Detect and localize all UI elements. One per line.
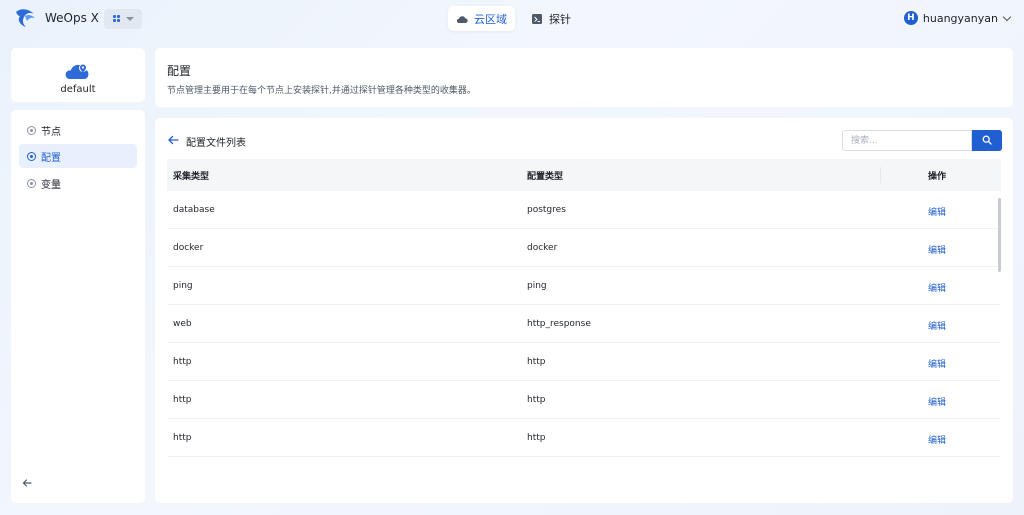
- page-description: 节点管理主要用于在每个节点上安装探针,并通过探针管理各种类型的收集器。: [167, 86, 476, 96]
- apps-grid-icon: [113, 15, 121, 23]
- column-header-config-type: 配置类型: [527, 172, 564, 182]
- page-title: 配置: [167, 64, 192, 78]
- tab-label: 云区域: [474, 12, 507, 26]
- table-row: database postgres 编辑: [167, 191, 1001, 229]
- table-row: http http 编辑: [167, 343, 1001, 381]
- search-input[interactable]: [842, 130, 972, 151]
- app-switcher-button[interactable]: [104, 9, 142, 29]
- sidebar-item-variables[interactable]: 变量: [19, 171, 137, 195]
- table-body: database postgres 编辑 docker docker 编辑 ping ping…: [167, 191, 1001, 457]
- table-row: docker docker 编辑: [167, 229, 1001, 267]
- config-type-cell: http: [527, 433, 546, 443]
- sidebar-item-nodes[interactable]: 节点: [19, 118, 137, 142]
- edit-link[interactable]: 编辑: [928, 357, 946, 370]
- collect-type-cell: web: [173, 319, 192, 329]
- variable-icon: [27, 178, 36, 188]
- chevron-down-icon: [1002, 12, 1012, 21]
- column-header-collect-type: 采集类型: [173, 172, 210, 182]
- top-bar: WeOps X 云区域 探针 H huangyanyan: [0, 0, 1024, 38]
- table-row: http http 编辑: [167, 381, 1001, 419]
- edit-link[interactable]: 编辑: [928, 205, 946, 218]
- collect-type-cell: http: [173, 433, 192, 443]
- node-icon: [27, 125, 36, 135]
- sidebar-item-label: 变量: [41, 179, 61, 191]
- search-button[interactable]: [972, 130, 1002, 151]
- config-list-panel: 配置文件列表 采集类型 配置类型 操作 databasepostgres编辑do…: [155, 118, 1013, 503]
- cloud-region-name: default: [60, 84, 96, 95]
- table-row: ping ping 编辑: [167, 267, 1001, 305]
- user-menu[interactable]: H huangyanyan: [903, 11, 1012, 25]
- cloud-icon: [456, 15, 468, 23]
- collect-type-cell: http: [173, 395, 192, 405]
- edit-link[interactable]: 编辑: [928, 395, 946, 408]
- table-header: 采集类型 配置类型 操作: [167, 159, 1001, 191]
- config-icon: [27, 151, 36, 161]
- table-row: http http 编辑: [167, 419, 1001, 457]
- cloud-region-card: default: [11, 48, 145, 102]
- edit-link[interactable]: 编辑: [928, 281, 946, 294]
- edit-link[interactable]: 编辑: [928, 243, 946, 256]
- weops-logo-icon: [16, 9, 35, 27]
- edit-link[interactable]: 编辑: [928, 319, 946, 332]
- sidebar-item-label: 配置: [41, 152, 61, 164]
- config-type-cell: http: [527, 357, 546, 367]
- config-type-cell: docker: [527, 243, 558, 253]
- tab-probe[interactable]: 探针: [523, 6, 579, 31]
- edit-link[interactable]: 编辑: [928, 433, 946, 446]
- sidebar-item-label: 节点: [41, 126, 61, 138]
- column-header-actions: 操作: [928, 172, 947, 182]
- search-icon: [982, 135, 992, 145]
- avatar: H: [903, 11, 918, 25]
- user-name: huangyanyan: [922, 11, 998, 25]
- sidebar-menu: 节点 配置 变量: [11, 110, 145, 503]
- list-title: 配置文件列表: [186, 138, 246, 149]
- collect-type-cell: ping: [173, 281, 193, 291]
- collapse-arrow-icon[interactable]: [21, 477, 33, 489]
- column-divider: [880, 167, 881, 183]
- caret-down-icon: [126, 17, 134, 21]
- tab-cloud-region[interactable]: 云区域: [448, 6, 515, 31]
- config-type-cell: http_response: [527, 319, 591, 329]
- cloud-location-icon: [65, 64, 89, 79]
- table-row: web http_response 编辑: [167, 305, 1001, 343]
- app-title: WeOps X: [45, 11, 99, 25]
- sidebar-item-config[interactable]: 配置: [19, 144, 137, 168]
- page-header: 配置 节点管理主要用于在每个节点上安装探针,并通过探针管理各种类型的收集器。: [155, 48, 1013, 107]
- config-type-cell: ping: [527, 281, 547, 291]
- back-arrow-icon[interactable]: [167, 134, 179, 146]
- tab-label: 探针: [549, 12, 571, 26]
- collect-type-cell: http: [173, 357, 192, 367]
- config-type-cell: http: [527, 395, 546, 405]
- collect-type-cell: docker: [173, 243, 204, 253]
- config-type-cell: postgres: [527, 205, 566, 215]
- collect-type-cell: database: [173, 205, 215, 215]
- config-table: 采集类型 配置类型 操作 database postgres 编辑 docker doc…: [167, 159, 1001, 457]
- table-scrollbar[interactable]: [998, 198, 1001, 272]
- probe-icon: [532, 13, 542, 24]
